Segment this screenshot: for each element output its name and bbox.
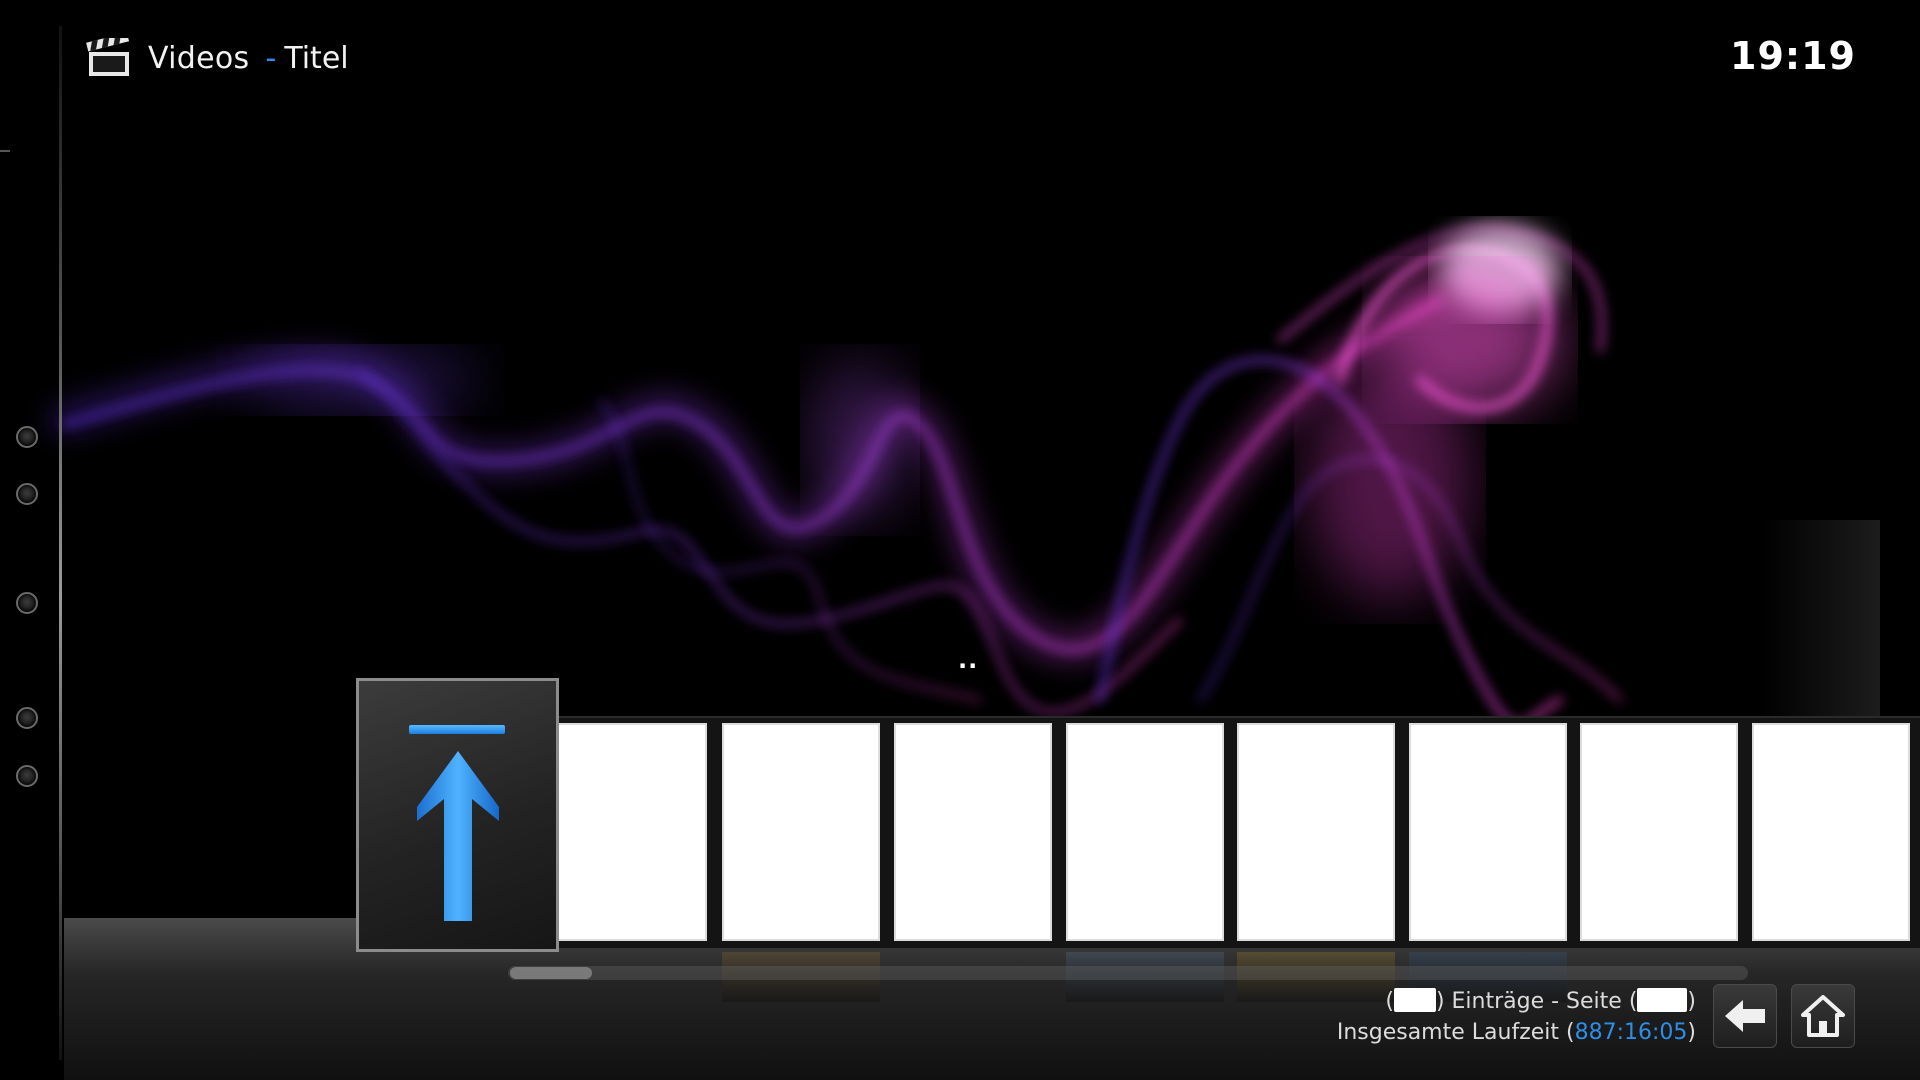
parent-folder-item[interactable] xyxy=(356,678,559,952)
poster-item[interactable] xyxy=(1580,723,1738,941)
poster-item[interactable] xyxy=(1237,723,1395,941)
side-indicator-dot[interactable] xyxy=(16,592,38,614)
left-rail xyxy=(59,26,62,1060)
horizontal-scrollbar[interactable] xyxy=(508,966,1748,980)
back-arrow-icon xyxy=(1725,1000,1765,1032)
video-library-screen: Videos - Titel 19:19 .. () Einträge - S… xyxy=(0,0,1920,1080)
runtime-close: ) xyxy=(1687,1020,1696,1045)
up-arrow-icon xyxy=(417,751,499,921)
poster-item[interactable] xyxy=(549,723,707,941)
entries-close: ) xyxy=(1687,989,1696,1014)
entries-count-box xyxy=(1393,988,1436,1012)
footer-info: ( ) Einträge - Seite () Insgesamte Laufze… xyxy=(1337,986,1696,1048)
entries-open: ( xyxy=(1385,989,1394,1014)
entries-line: ( ) Einträge - Seite () xyxy=(1337,986,1696,1017)
side-indicator-dot[interactable] xyxy=(16,765,38,787)
runtime-line: Insgesamte Laufzeit (887:16:05) xyxy=(1337,1017,1696,1048)
side-indicator-dot[interactable] xyxy=(16,707,38,729)
home-button[interactable] xyxy=(1791,984,1855,1048)
header: Videos - Titel xyxy=(86,36,349,80)
runtime-label: Insgesamte Laufzeit ( xyxy=(1336,1020,1575,1045)
section-title: Videos xyxy=(148,40,250,76)
home-icon xyxy=(1801,995,1845,1037)
side-indicator-dot[interactable] xyxy=(16,483,38,505)
side-indicator-dot[interactable] xyxy=(16,426,38,448)
runtime-value: 887:16:05 xyxy=(1574,1020,1688,1045)
view-title: Titel xyxy=(284,40,349,76)
title-separator: - xyxy=(265,40,277,76)
poster-item[interactable] xyxy=(1752,723,1910,941)
poster-item[interactable] xyxy=(1066,723,1224,941)
scrollbar-thumb[interactable] xyxy=(510,967,592,979)
clock: 19:19 xyxy=(1730,34,1856,78)
clapperboard-icon xyxy=(86,38,130,76)
back-button[interactable] xyxy=(1713,984,1777,1048)
entries-label: ) Einträge - Seite ( xyxy=(1435,989,1638,1014)
parent-folder-label: .. xyxy=(958,646,979,674)
up-bar xyxy=(409,725,505,734)
rail-tick xyxy=(0,150,10,152)
poster-item[interactable] xyxy=(894,723,1052,941)
poster-item[interactable] xyxy=(722,723,880,941)
poster-item[interactable] xyxy=(1409,723,1567,941)
page-number-box xyxy=(1637,988,1688,1012)
